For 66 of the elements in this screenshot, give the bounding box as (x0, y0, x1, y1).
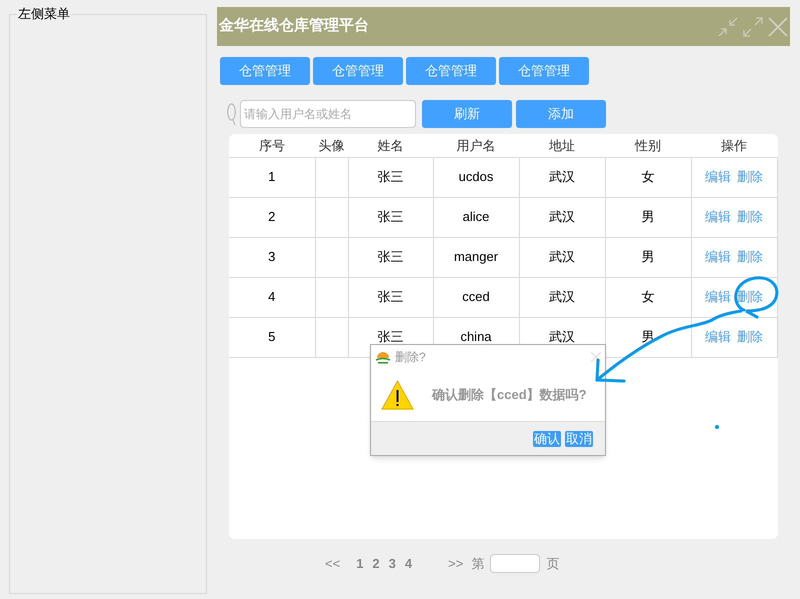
table-cell: 男 (605, 237, 691, 277)
page-link[interactable]: 1 (356, 554, 364, 574)
page-label: 页 (546, 555, 560, 573)
table-cell: 3 (229, 237, 315, 277)
page-input[interactable] (490, 554, 540, 574)
action-link[interactable]: 删除 (737, 289, 763, 304)
action-link[interactable]: 编辑 (705, 249, 731, 264)
close-icon[interactable] (591, 352, 601, 362)
table-cell: manger (433, 237, 519, 277)
column-header: 地址 (519, 134, 605, 157)
dialog-message: 确认删除【cced】数据吗? (432, 386, 587, 404)
column-header: 性别 (605, 134, 691, 157)
previous-page-link[interactable]: << (325, 554, 340, 574)
table-cell: 张三 (348, 197, 433, 237)
dialog-button[interactable]: 取消 (565, 430, 593, 446)
table-cell: 男 (605, 197, 691, 237)
tab[interactable]: 仓管管理 (313, 57, 403, 85)
sun-logo-icon (375, 350, 391, 364)
table-cell: alice (433, 197, 519, 237)
tab[interactable]: 仓管管理 (220, 57, 310, 85)
action-link[interactable]: 删除 (737, 329, 763, 344)
tab[interactable]: 仓管管理 (406, 57, 496, 85)
dialog-button[interactable]: 确认 (533, 430, 561, 446)
toolbar-button[interactable]: 刷新 (422, 100, 512, 128)
sidebar-legend: 左侧菜单 (17, 6, 71, 22)
table-cell: 1 (229, 157, 315, 197)
column-header: 序号 (229, 134, 315, 157)
warning-icon (381, 380, 414, 410)
next-page-link[interactable]: >> (448, 554, 464, 574)
action-link[interactable]: 编辑 (705, 329, 731, 344)
action-link[interactable]: 删除 (737, 249, 763, 264)
action-link[interactable]: 编辑 (705, 289, 731, 304)
expand-icon[interactable] (743, 16, 763, 36)
column-header: 操作 (691, 134, 777, 157)
toolbar-button[interactable]: 添加 (516, 100, 606, 128)
page-link[interactable]: 2 (372, 554, 380, 574)
search-icon (227, 102, 236, 126)
table-cell: 女 (605, 157, 691, 197)
table-cell: 张三 (348, 277, 433, 317)
table-cell: ucdos (433, 157, 519, 197)
table-cell: 张三 (348, 237, 433, 277)
collapse-icon[interactable] (718, 16, 738, 36)
table-cell: 武汉 (519, 277, 605, 317)
tab[interactable]: 仓管管理 (499, 57, 589, 85)
table-cell: 2 (229, 197, 315, 237)
action-link[interactable]: 删除 (737, 169, 763, 184)
column-header: 头像 (315, 134, 348, 157)
window-title: 金华在线仓库管理平台 (219, 16, 369, 36)
search-field[interactable]: 请输入用户名或姓名 (240, 100, 416, 128)
table-cell: 武汉 (519, 197, 605, 237)
table-cell: cced (433, 277, 519, 317)
action-link[interactable]: 编辑 (705, 209, 731, 224)
page-link[interactable]: 4 (404, 554, 412, 574)
table-cell: 武汉 (519, 237, 605, 277)
table-cell: 4 (229, 277, 315, 317)
table-cell: 5 (229, 317, 315, 357)
action-link[interactable]: 编辑 (705, 169, 731, 184)
table-cell: 张三 (348, 157, 433, 197)
page-link[interactable]: 3 (388, 554, 396, 574)
column-header: 姓名 (348, 134, 433, 157)
page-label: 第 (471, 555, 484, 573)
table-cell: 女 (605, 277, 691, 317)
column-header: 用户名 (433, 134, 519, 157)
close-icon[interactable] (768, 16, 788, 36)
action-link[interactable]: 删除 (737, 209, 763, 224)
table-cell: 武汉 (519, 157, 605, 197)
